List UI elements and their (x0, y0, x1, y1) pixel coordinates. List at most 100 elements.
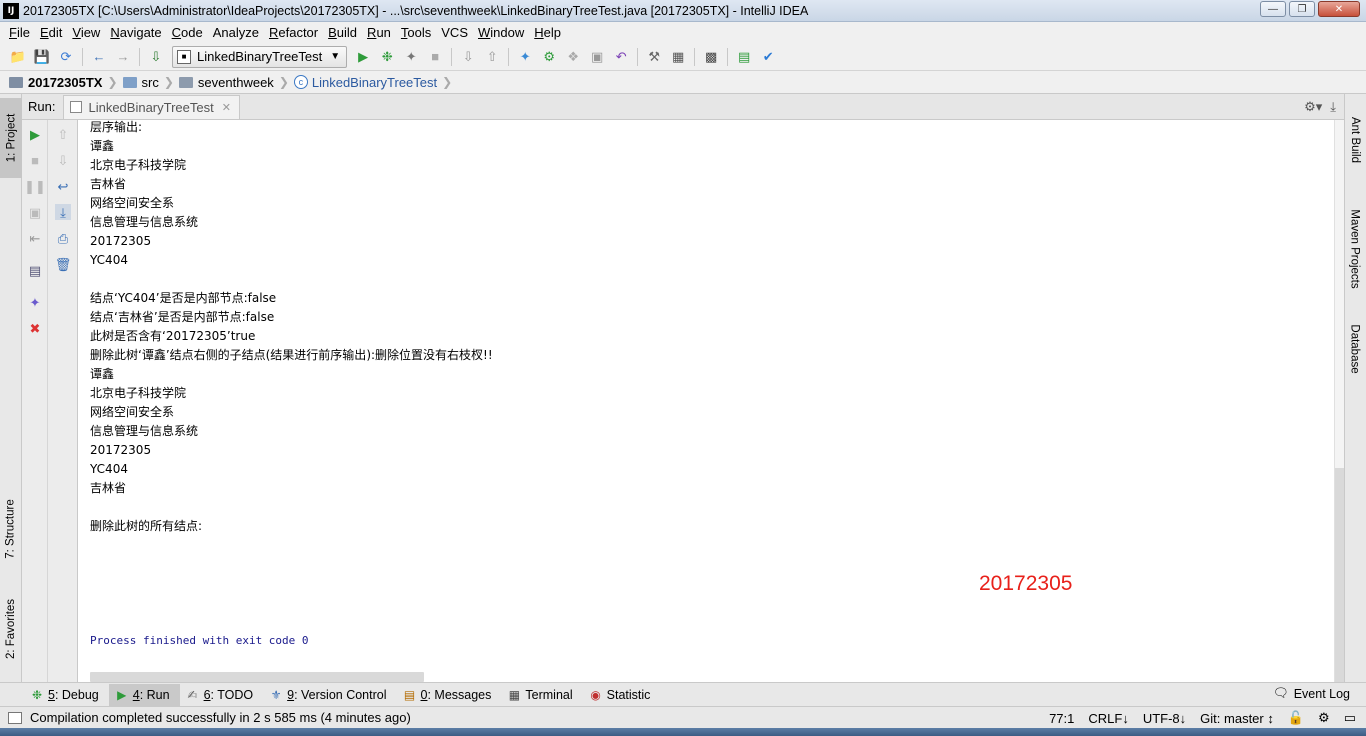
scroll-to-end-icon[interactable]: ⤓ (55, 204, 71, 220)
menu-item-help[interactable]: Help (529, 25, 566, 40)
console-output[interactable]: 20172305 层序输出: 谭鑫 北京电子科技学院 吉林省 网络空间安全系 信息管理与信… (78, 120, 1334, 682)
menu-item-vcs[interactable]: VCS (436, 25, 473, 40)
breadcrumb-package-label: seventhweek (197, 74, 274, 90)
statistic-chart-icon[interactable]: ▤ (736, 49, 752, 65)
exit-icon[interactable]: ⇤ (27, 230, 43, 246)
project-structure-icon[interactable]: ▦ (670, 49, 686, 65)
open-folder-icon[interactable]: 📁 (10, 49, 26, 65)
layout-icon[interactable]: ▤ (27, 262, 43, 278)
clear-all-icon[interactable]: 🗑 (55, 256, 72, 272)
run-tab[interactable]: LinkedBinaryTreeTest ✕ (63, 94, 240, 119)
console-line: 吉林省 (90, 481, 127, 495)
back-arrow-icon[interactable]: ← (91, 49, 107, 65)
breadcrumb-src[interactable]: src (120, 75, 162, 90)
save-all-icon[interactable]: 💾 (34, 49, 50, 65)
vertical-scrollbar-thumb[interactable] (1335, 468, 1344, 682)
menu-item-run[interactable]: Run (362, 25, 396, 40)
run-icon[interactable]: ▶ (355, 49, 371, 65)
menu-mnemonic: W (478, 25, 491, 40)
gear-icon[interactable]: ⚙▾ (1304, 99, 1322, 115)
menu-item-edit[interactable]: Edit (35, 25, 67, 40)
vcs-history-icon[interactable]: ⚙ (541, 49, 557, 65)
bottom-tab-terminal[interactable]: ▦ Terminal (501, 684, 582, 706)
file-encoding[interactable]: UTF-8↓ (1143, 711, 1186, 726)
minimize-button[interactable]: — (1260, 1, 1286, 17)
sync-icon[interactable]: ⟳ (58, 49, 74, 65)
coverage-icon[interactable]: ✦ (403, 49, 419, 65)
close-tab-icon[interactable]: ✕ (222, 101, 231, 114)
forward-arrow-icon[interactable]: → (115, 49, 131, 65)
tool-tab-ant-build[interactable]: Ant Build (1344, 100, 1366, 180)
toggle-tool-windows-icon[interactable] (8, 711, 22, 724)
tool-tab-project[interactable]: 1: Project (0, 98, 22, 178)
breadcrumb: 20172305TX ❯ src ❯ seventhweek ❯ c Linke… (0, 71, 1366, 94)
close-button[interactable]: ✕ (1318, 1, 1360, 17)
menu-item-view[interactable]: View (67, 25, 105, 40)
debug-icon[interactable]: ❉ (379, 49, 395, 65)
menu-item-tools[interactable]: Tools (396, 25, 436, 40)
soft-wrap-icon[interactable]: ↩ (55, 178, 71, 194)
run-configuration-select[interactable]: ■ LinkedBinaryTreeTest ▼ (172, 45, 348, 68)
menu-item-code[interactable]: Code (167, 25, 208, 40)
vcs-commit-icon[interactable]: ⇧ (484, 49, 500, 65)
class-icon: c (293, 75, 308, 89)
caret-position[interactable]: 77:1 (1049, 711, 1074, 726)
bottom-tab-run[interactable]: ▶ 4: Run (108, 683, 180, 706)
breadcrumb-file[interactable]: c LinkedBinaryTreeTest (291, 75, 440, 90)
up-arrow-icon[interactable]: ⇧ (55, 126, 71, 142)
tool-tab-database[interactable]: Database (1344, 314, 1366, 384)
toolbar-separator (82, 47, 83, 66)
vcs-compare-icon[interactable]: ✦ (517, 49, 533, 65)
console-line: 删除此树的所有结点: (90, 519, 203, 533)
dump-threads-icon[interactable]: ▣ (27, 204, 43, 220)
menu-label: VCS (441, 25, 468, 40)
event-log-button[interactable]: 🗨 Event Log (1273, 686, 1350, 701)
rerun-icon[interactable]: ▶ (27, 126, 43, 142)
bottom-tab-debug[interactable]: ❉ 5: Debug (24, 684, 109, 706)
breadcrumb-project[interactable]: 20172305TX (6, 75, 105, 90)
menu-item-analyze[interactable]: Analyze (208, 25, 264, 40)
stop-icon[interactable]: ■ (27, 152, 43, 168)
hector-icon[interactable]: ⚙ (1318, 710, 1330, 726)
chevron-down-icon: ▼ (330, 51, 341, 62)
sdk-manager-icon[interactable]: ▩ (703, 49, 719, 65)
menu-item-window[interactable]: Window (473, 25, 529, 40)
vcs-annotate-icon[interactable]: ❖ (565, 49, 581, 65)
menu-label: un (376, 25, 391, 40)
revert-icon[interactable]: ↶ (613, 49, 629, 65)
settings-icon[interactable]: ⚒ (646, 49, 662, 65)
menu-item-file[interactable]: File (4, 25, 35, 40)
notifications-icon[interactable]: ▭ (1344, 710, 1356, 726)
build-project-icon[interactable]: ⇩ (148, 49, 164, 65)
menu-item-build[interactable]: Build (323, 25, 362, 40)
hide-panel-icon[interactable]: ⤓ (1330, 99, 1336, 115)
git-branch[interactable]: Git: master ↕ (1200, 711, 1274, 726)
source-folder-icon (122, 76, 137, 88)
bottom-tab-todo[interactable]: ✍ 6: TODO (180, 684, 264, 706)
lock-icon[interactable]: 🔓 (1288, 710, 1304, 726)
stop-icon[interactable]: ■ (427, 49, 443, 65)
tool-tab-structure[interactable]: 7: Structure (0, 489, 22, 569)
vcs-show-changes-icon[interactable]: ▣ (589, 49, 605, 65)
menu-item-refactor[interactable]: Refactor (264, 25, 323, 40)
tool-tab-favorites[interactable]: 2: Favorites (0, 589, 22, 669)
close-run-icon[interactable]: ✖ (27, 320, 43, 336)
line-separator[interactable]: CRLF↓ (1088, 711, 1128, 726)
tool-tab-maven-projects[interactable]: Maven Projects (1344, 194, 1366, 304)
task-check-icon[interactable]: ✔ (760, 49, 776, 65)
menu-label: dit (48, 25, 63, 40)
bottom-tab-statistic[interactable]: ◉ Statistic (583, 684, 661, 706)
menu-item-navigate[interactable]: Navigate (105, 25, 166, 40)
status-message[interactable]: Compilation completed successfully in 2 … (8, 710, 411, 725)
bottom-tab-version-control[interactable]: ⚜ 9: Version Control (263, 684, 396, 706)
vcs-update-icon[interactable]: ⇩ (460, 49, 476, 65)
bottom-tab-messages[interactable]: ▤ 0: Messages (397, 684, 502, 706)
maximize-button[interactable]: ❐ (1289, 1, 1315, 17)
horizontal-scrollbar[interactable] (90, 672, 424, 682)
run-header-actions: ⚙▾ ⤓ (1304, 99, 1336, 115)
print-icon[interactable]: ⎙ (55, 230, 71, 246)
pause-icon[interactable]: ❚❚ (24, 178, 46, 194)
pin-icon[interactable]: ✦ (27, 294, 43, 310)
down-arrow-icon[interactable]: ⇩ (55, 152, 71, 168)
breadcrumb-package[interactable]: seventhweek (176, 75, 277, 90)
